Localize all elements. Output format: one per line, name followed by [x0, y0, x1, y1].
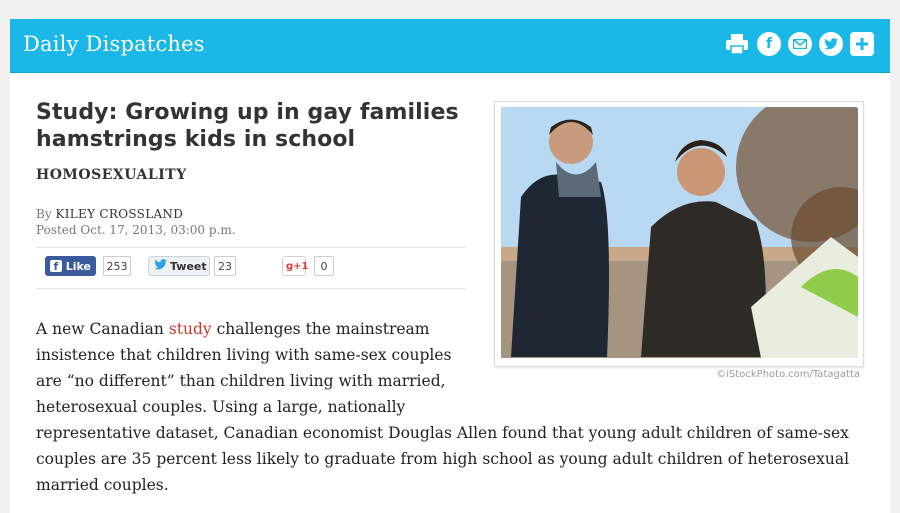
body-line: A new Canadian study challenges the main…: [36, 316, 876, 342]
email-icon[interactable]: [788, 32, 812, 56]
site-brand[interactable]: Daily Dispatches: [23, 32, 205, 56]
category-link[interactable]: HOMOSEXUALITY: [36, 167, 187, 183]
site-header: Daily Dispatches f: [10, 19, 890, 73]
facebook-like-button[interactable]: f Like: [45, 256, 96, 276]
plus-icon[interactable]: [850, 32, 874, 56]
body-text-segment: challenges the mainstream: [211, 320, 430, 338]
social-share-row: f Like 253 Tweet 23 g+1 0: [36, 247, 466, 289]
article-title-line: hamstrings kids in school: [36, 127, 356, 152]
article-body: A new Canadian study challenges the main…: [36, 316, 876, 498]
body-text-segment: A new Canadian: [36, 320, 169, 338]
like-count: 253: [103, 256, 131, 276]
facebook-icon: f: [50, 260, 62, 273]
like-label: Like: [65, 259, 91, 273]
posted-date: Posted Oct. 17, 2013, 03:00 p.m.: [36, 223, 236, 237]
twitter-icon: [154, 259, 167, 273]
body-line: couples are 35 percent less likely to gr…: [36, 450, 850, 468]
body-line: heterosexual couples. Using a large, nat…: [36, 398, 406, 416]
body-line: married couples.: [36, 476, 169, 494]
by-label: By: [36, 207, 52, 221]
body-line: are “no different” than children living …: [36, 372, 446, 390]
author-link[interactable]: KILEY CROSSLAND: [55, 207, 183, 221]
byline: By KILEY CROSSLAND: [36, 207, 183, 221]
tweet-button[interactable]: Tweet: [148, 256, 210, 276]
tweet-label: Tweet: [170, 259, 207, 273]
article-title: Study: Growing up in gay families hamstr…: [36, 99, 476, 153]
twitter-icon[interactable]: [819, 32, 843, 56]
printer-icon[interactable]: [724, 32, 750, 56]
study-link[interactable]: study: [169, 320, 212, 338]
facebook-icon[interactable]: f: [757, 32, 781, 56]
article-title-line: Study: Growing up in gay families: [36, 100, 459, 125]
share-toolbar: f: [724, 32, 874, 56]
body-line: insistence that children living with sam…: [36, 346, 452, 364]
body-line: representative dataset, Canadian economi…: [36, 424, 849, 442]
tweet-count: 23: [214, 256, 236, 276]
google-plus-count: 0: [314, 256, 334, 276]
article-container: Study: Growing up in gay families hamstr…: [10, 73, 890, 513]
google-plus-button[interactable]: g+1: [282, 256, 309, 276]
